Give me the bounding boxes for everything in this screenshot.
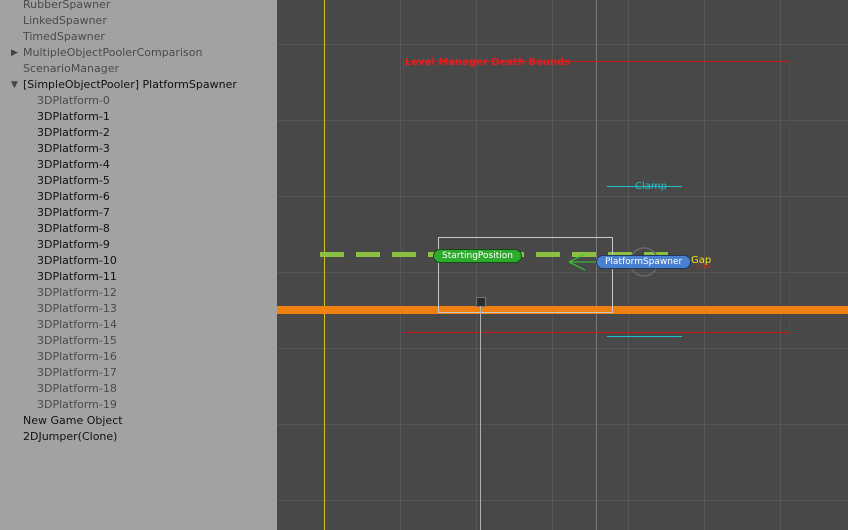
hierarchy-item-label: 3DPlatform-0 bbox=[37, 94, 110, 107]
clamp-label: Clamp bbox=[635, 181, 667, 192]
starting-position-pill[interactable]: StartingPosition bbox=[433, 249, 522, 263]
hierarchy-item-label: 3DPlatform-18 bbox=[37, 382, 117, 395]
hierarchy-item-label: 3DPlatform-1 bbox=[37, 110, 110, 123]
y-axis-line bbox=[324, 0, 325, 530]
hierarchy-item-label: 3DPlatform-7 bbox=[37, 206, 110, 219]
hierarchy-item-label: 3DPlatform-6 bbox=[37, 190, 110, 203]
hierarchy-panel: RubberSpawner LinkedSpawner TimedSpawner ▶ M… bbox=[0, 0, 277, 530]
expand-arrow-down-icon[interactable]: ▼ bbox=[11, 77, 18, 93]
hierarchy-item[interactable]: RubberSpawner bbox=[0, 0, 277, 13]
grid-line-h bbox=[277, 44, 848, 45]
hierarchy-item[interactable]: 3DPlatform-3 bbox=[0, 141, 277, 157]
hierarchy-item-label: New Game Object bbox=[23, 414, 123, 427]
size-label: Size bbox=[697, 263, 710, 270]
pivot-handle[interactable] bbox=[476, 297, 486, 307]
hierarchy-item[interactable]: 3DPlatform-8 bbox=[0, 221, 277, 237]
hierarchy-item[interactable]: 3DPlatform-4 bbox=[0, 157, 277, 173]
hierarchy-item-label: 3DPlatform-15 bbox=[37, 334, 117, 347]
hierarchy-item-label: 3DPlatform-9 bbox=[37, 238, 110, 251]
hierarchy-item[interactable]: ▶ MultipleObjectPoolerComparison bbox=[0, 45, 277, 61]
expand-arrow-right-icon[interactable]: ▶ bbox=[11, 45, 18, 61]
hierarchy-item[interactable]: 3DPlatform-12 bbox=[0, 285, 277, 301]
hierarchy-item[interactable]: 3DPlatform-5 bbox=[0, 173, 277, 189]
platform-spawner-pill[interactable]: PlatformSpawner bbox=[596, 255, 692, 269]
hierarchy-item-label: [SimpleObjectPooler] PlatformSpawner bbox=[23, 78, 237, 91]
hierarchy-item-label: 3DPlatform-2 bbox=[37, 126, 110, 139]
hierarchy-item[interactable]: 3DPlatform-18 bbox=[0, 381, 277, 397]
hierarchy-item-label: 3DPlatform-5 bbox=[37, 174, 110, 187]
hierarchy-item[interactable]: 3DPlatform-7 bbox=[0, 205, 277, 221]
hierarchy-item-label: 3DPlatform-19 bbox=[37, 398, 117, 411]
hierarchy-item[interactable]: TimedSpawner bbox=[0, 29, 277, 45]
grid-line-v bbox=[400, 0, 401, 530]
grid-line-h bbox=[277, 500, 848, 501]
hierarchy-item-label: 3DPlatform-11 bbox=[37, 270, 117, 283]
hierarchy-item-label: 3DPlatform-12 bbox=[37, 286, 117, 299]
hierarchy-item[interactable]: New Game Object bbox=[0, 413, 277, 429]
hierarchy-item[interactable]: 3DPlatform-10 bbox=[0, 253, 277, 269]
hierarchy-item-label: 3DPlatform-17 bbox=[37, 366, 117, 379]
hierarchy-item[interactable]: LinkedSpawner bbox=[0, 13, 277, 29]
hierarchy-item-label: 3DPlatform-10 bbox=[37, 254, 117, 267]
scene-view[interactable]: Level Manager Death Bounds Clamp Startin… bbox=[277, 0, 848, 530]
hierarchy-item[interactable]: 3DPlatform-17 bbox=[0, 365, 277, 381]
death-bounds-label: Level Manager Death Bounds bbox=[405, 57, 571, 68]
hierarchy-item-label: 3DPlatform-4 bbox=[37, 158, 110, 171]
hierarchy-item[interactable]: 3DPlatform-11 bbox=[0, 269, 277, 285]
hierarchy-item[interactable]: 3DPlatform-15 bbox=[0, 333, 277, 349]
hierarchy-item-label: TimedSpawner bbox=[23, 30, 105, 43]
hierarchy-item-label: 3DPlatform-14 bbox=[37, 318, 117, 331]
grid-line-h bbox=[277, 348, 848, 349]
hierarchy-item-label: LinkedSpawner bbox=[23, 14, 107, 27]
hierarchy-item[interactable]: 3DPlatform-14 bbox=[0, 317, 277, 333]
hierarchy-item[interactable]: 3DPlatform-16 bbox=[0, 349, 277, 365]
hierarchy-item[interactable]: 3DPlatform-13 bbox=[0, 301, 277, 317]
hierarchy-item[interactable]: 3DPlatform-1 bbox=[0, 109, 277, 125]
pivot-line bbox=[480, 306, 481, 530]
hierarchy-item-label: 3DPlatform-13 bbox=[37, 302, 117, 315]
hierarchy-item[interactable]: 3DPlatform-9 bbox=[0, 237, 277, 253]
hierarchy-item-label: 3DPlatform-3 bbox=[37, 142, 110, 155]
hierarchy-item[interactable]: ▼ [SimpleObjectPooler] PlatformSpawner bbox=[0, 77, 277, 93]
hierarchy-item[interactable]: 3DPlatform-2 bbox=[0, 125, 277, 141]
clamp-bottom-line bbox=[607, 336, 682, 337]
hierarchy-item[interactable]: ScenarioManager bbox=[0, 61, 277, 77]
hierarchy-item[interactable]: 3DPlatform-0 bbox=[0, 93, 277, 109]
hierarchy-item-label: 3DPlatform-16 bbox=[37, 350, 117, 363]
hierarchy-item[interactable]: 3DPlatform-6 bbox=[0, 189, 277, 205]
hierarchy-item-label: 3DPlatform-8 bbox=[37, 222, 110, 235]
grid-line-h bbox=[277, 424, 848, 425]
hierarchy-item[interactable]: 2DJumper(Clone) bbox=[0, 429, 277, 445]
hierarchy-item-label: 2DJumper(Clone) bbox=[23, 430, 118, 443]
hierarchy-item-label: RubberSpawner bbox=[23, 0, 111, 11]
hierarchy-item[interactable]: 3DPlatform-19 bbox=[0, 397, 277, 413]
hierarchy-item-label: MultipleObjectPoolerComparison bbox=[23, 46, 203, 59]
hierarchy-item-label: ScenarioManager bbox=[23, 62, 120, 75]
